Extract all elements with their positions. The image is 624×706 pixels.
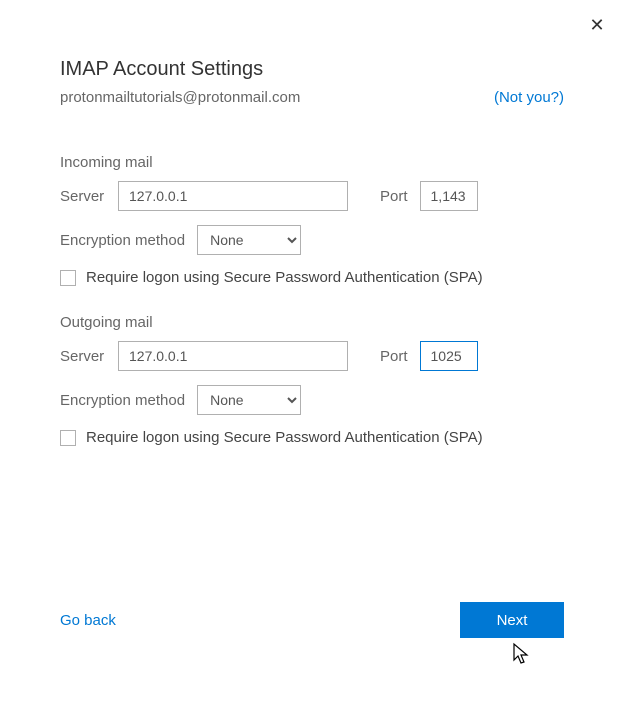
incoming-server-label: Server [60, 188, 118, 205]
subtitle-row: protonmailtutorials@protonmail.com (Not … [60, 89, 564, 106]
page-title: IMAP Account Settings [60, 58, 564, 81]
outgoing-port-input[interactable] [420, 341, 478, 371]
outgoing-section: Outgoing mail Server Port Encryption met… [60, 314, 564, 446]
not-you-link[interactable]: (Not you?) [494, 89, 564, 106]
outgoing-encryption-select[interactable]: None [197, 385, 301, 415]
incoming-server-row: Server Port [60, 181, 564, 211]
outgoing-spa-label: Require logon using Secure Password Auth… [86, 429, 483, 446]
outgoing-spa-checkbox[interactable] [60, 430, 76, 446]
footer: Go back Next [60, 602, 564, 638]
incoming-server-input[interactable] [118, 181, 348, 211]
outgoing-encryption-label: Encryption method [60, 392, 185, 409]
incoming-spa-row: Require logon using Secure Password Auth… [60, 269, 564, 286]
incoming-spa-checkbox[interactable] [60, 270, 76, 286]
incoming-encryption-select[interactable]: None [197, 225, 301, 255]
outgoing-encryption-row: Encryption method None [60, 385, 564, 415]
outgoing-spa-row: Require logon using Secure Password Auth… [60, 429, 564, 446]
cursor-icon [512, 642, 532, 666]
incoming-spa-label: Require logon using Secure Password Auth… [86, 269, 483, 286]
incoming-encryption-label: Encryption method [60, 232, 185, 249]
incoming-port-input[interactable] [420, 181, 478, 211]
go-back-link[interactable]: Go back [60, 612, 116, 629]
account-email: protonmailtutorials@protonmail.com [60, 89, 300, 106]
outgoing-server-label: Server [60, 348, 118, 365]
close-button[interactable]: ✕ [588, 16, 606, 34]
incoming-heading: Incoming mail [60, 154, 564, 171]
outgoing-port-label: Port [380, 348, 408, 365]
close-icon: ✕ [589, 15, 604, 36]
outgoing-server-row: Server Port [60, 341, 564, 371]
next-button[interactable]: Next [460, 602, 564, 638]
outgoing-heading: Outgoing mail [60, 314, 564, 331]
settings-panel: IMAP Account Settings protonmailtutorial… [0, 0, 624, 446]
incoming-port-label: Port [380, 188, 408, 205]
incoming-encryption-row: Encryption method None [60, 225, 564, 255]
outgoing-server-input[interactable] [118, 341, 348, 371]
